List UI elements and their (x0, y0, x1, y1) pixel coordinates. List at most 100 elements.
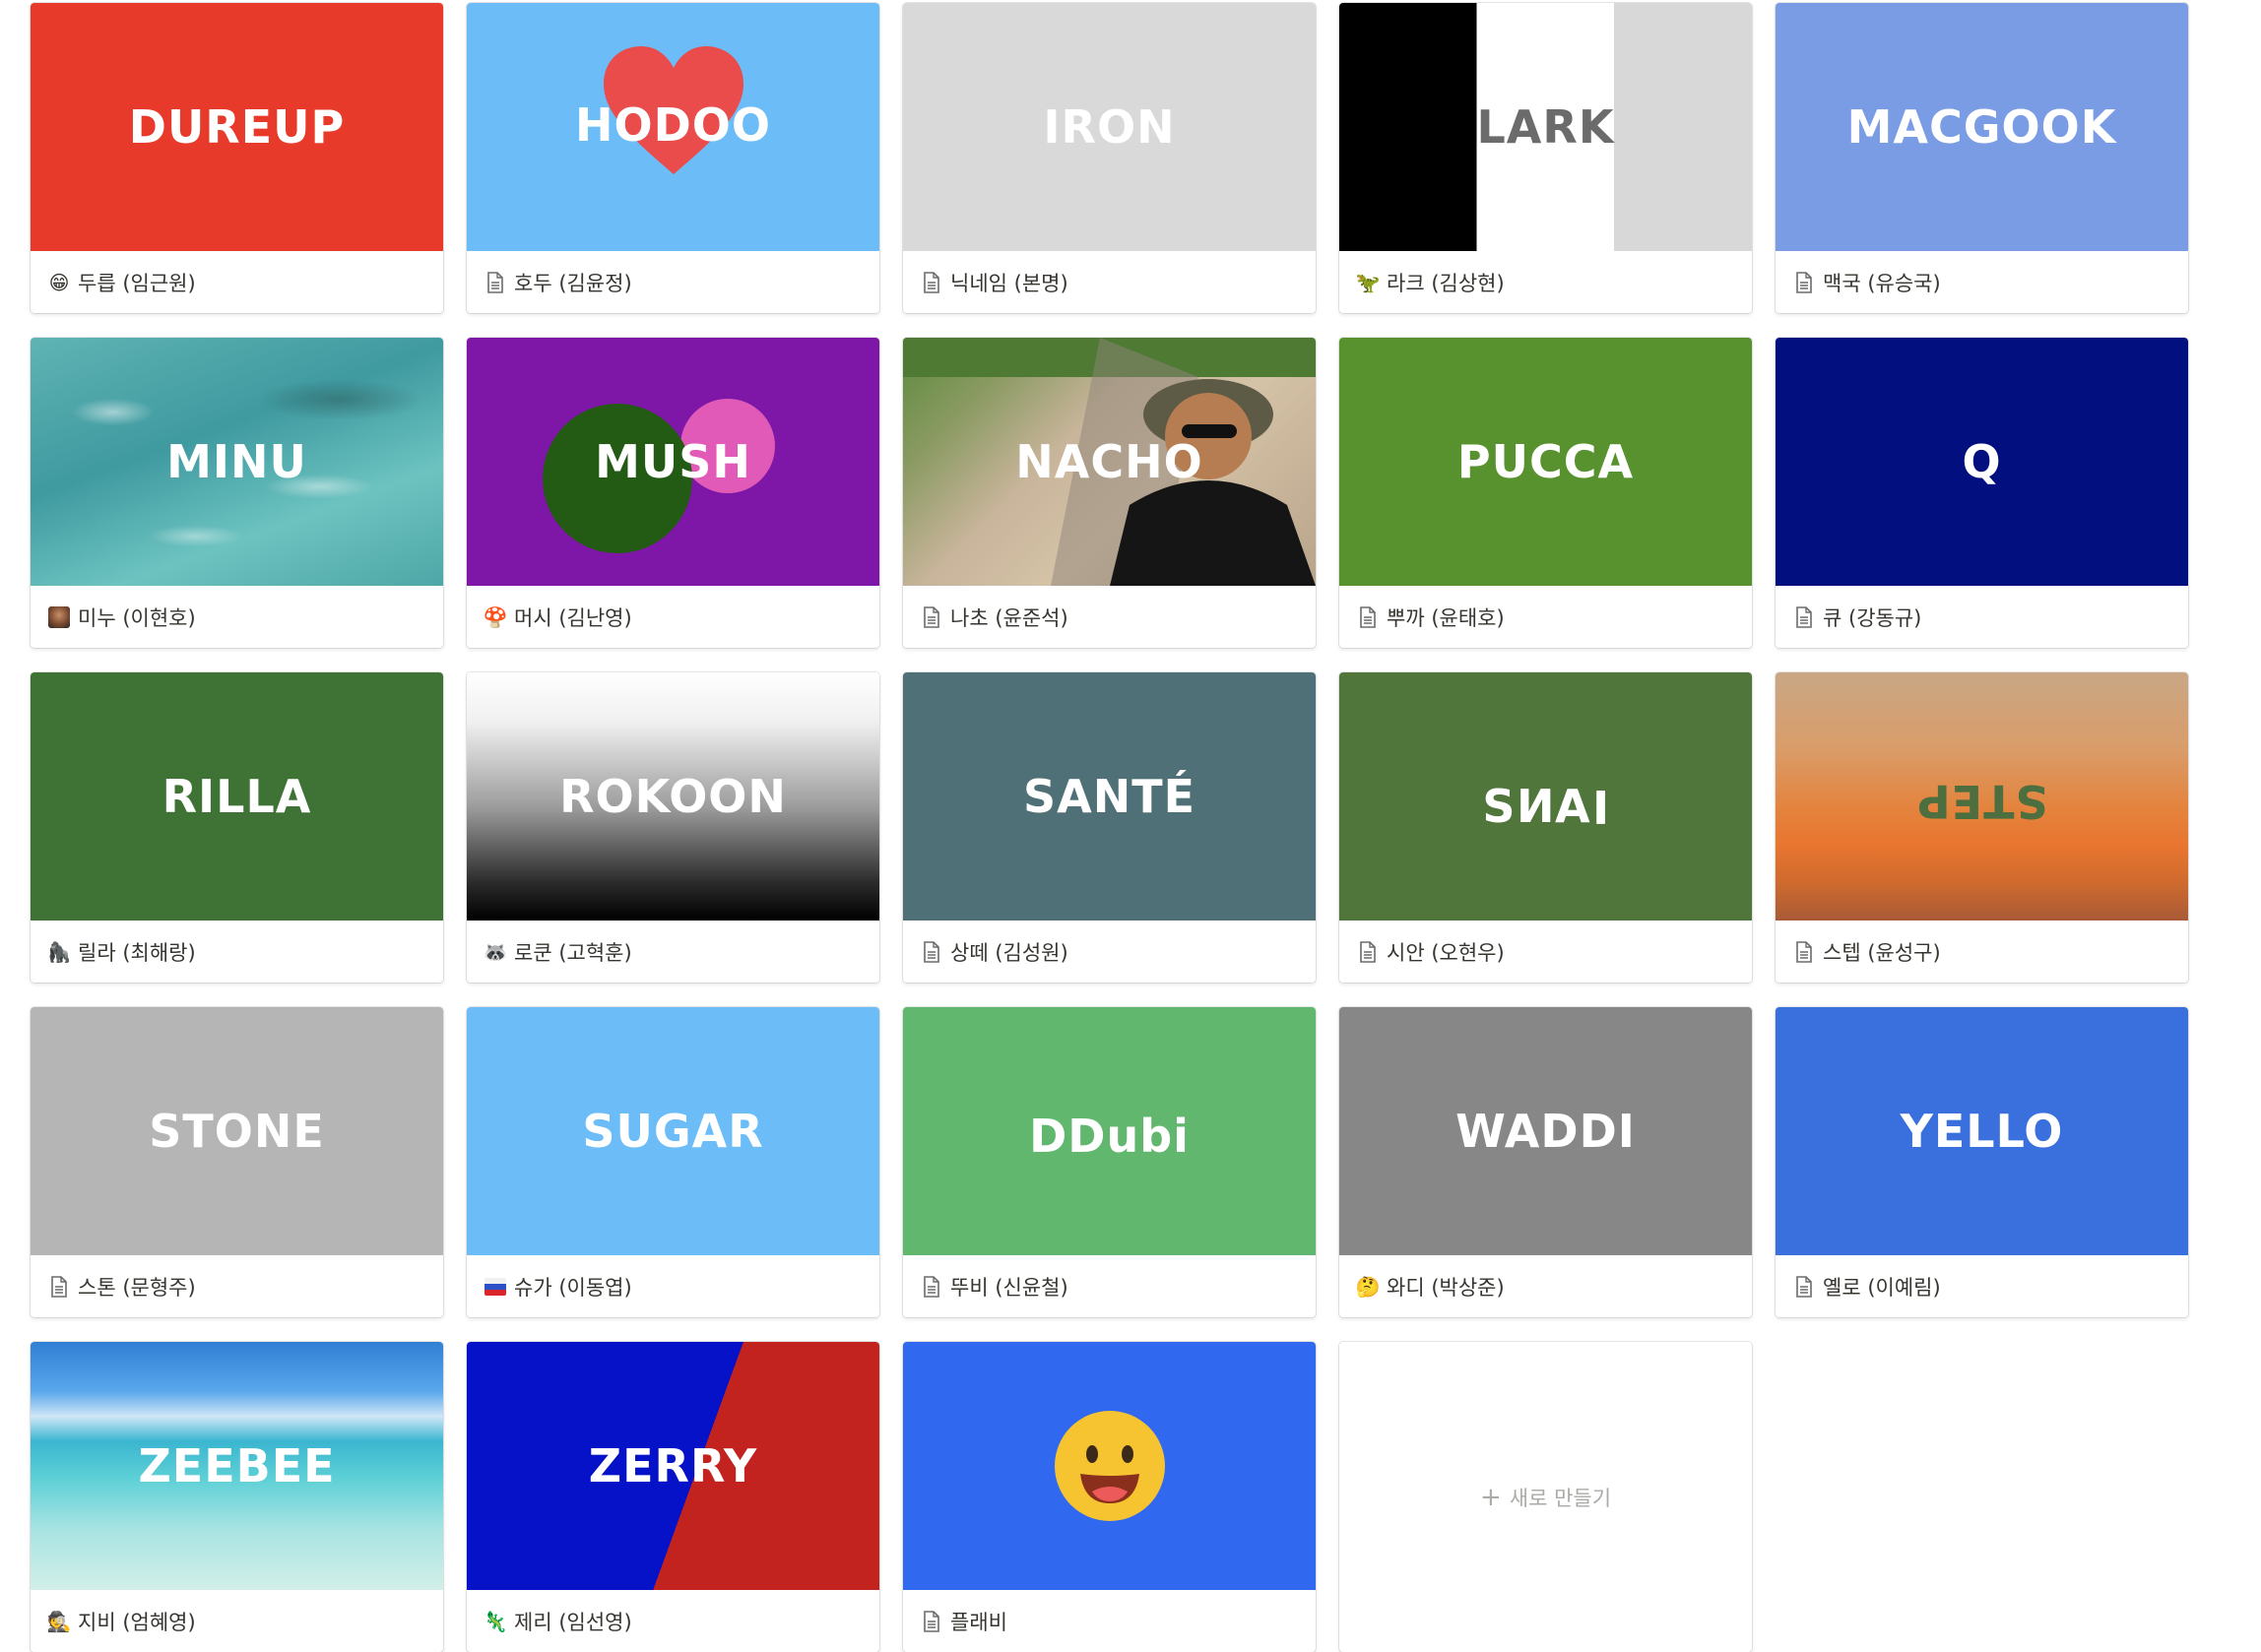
page-icon (919, 939, 944, 965)
new-card-text: 새로 만들기 (1509, 1486, 1612, 1510)
gallery-card-ddubi[interactable]: DDubi 뚜비 (신윤철) (903, 1007, 1316, 1317)
cover-title: MUSH (595, 435, 751, 488)
card-cover: LARK (1339, 3, 1752, 251)
card-caption: 나초 (윤준석) (903, 586, 1316, 648)
gallery-card-zeebee[interactable]: ZEEBEE 🕵 지비 (엄혜영) (31, 1342, 443, 1652)
plus-icon: + (1479, 1482, 1502, 1512)
cover-title: NACHO (1015, 435, 1203, 488)
gallery-card-mush[interactable]: MUSH 🍄 머시 (김난영) (467, 338, 879, 648)
grinning-emoji-icon: 😁 (48, 270, 70, 294)
card-title: 뿌까 (윤태호) (1387, 605, 1505, 630)
gallery-card-hodoo[interactable]: HODOO 호두 (김윤정) (467, 3, 879, 313)
page-icon (1355, 939, 1381, 965)
page-icon (919, 604, 944, 630)
dinosaur-emoji-icon: 🦖 (1355, 270, 1381, 294)
page-icon (919, 1609, 944, 1634)
gallery-card-rilla[interactable]: RILLA 🦍 릴라 (최해랑) (31, 672, 443, 983)
card-title: 와디 (박상준) (1387, 1275, 1505, 1300)
cover-title: HODOO (575, 97, 771, 152)
card-caption: 뿌까 (윤태호) (1339, 586, 1752, 648)
page-icon (1791, 1274, 1817, 1300)
card-cover: MUSH (467, 338, 879, 586)
card-cover: DDubi (903, 1007, 1316, 1255)
card-title: 로쿤 (고혁훈) (514, 940, 632, 965)
card-title: 큐 (강동규) (1823, 605, 1922, 630)
card-cover: STONE (31, 1007, 443, 1255)
card-cover: IRON (903, 3, 1316, 251)
avatar-photo-icon (46, 604, 72, 630)
cover-title: WADDI (1455, 1105, 1636, 1158)
card-caption: 🍄 머시 (김난영) (467, 586, 879, 648)
card-cover: STEP (1776, 672, 2188, 921)
card-title: 뚜비 (신윤철) (950, 1275, 1068, 1300)
card-caption: 🦝 로쿤 (고혁훈) (467, 921, 879, 983)
gallery-card-dureup[interactable]: DUREUP 😁 두릅 (임근원) (31, 3, 443, 313)
gallery-card-step[interactable]: STEP 스텝 (윤성구) (1776, 672, 2188, 983)
card-title: 시안 (오현우) (1387, 940, 1505, 965)
page-icon (919, 1274, 944, 1300)
card-caption: 호두 (김윤정) (467, 251, 879, 313)
page-icon (919, 270, 944, 295)
card-caption: 🤔 와디 (박상준) (1339, 1255, 1752, 1317)
card-caption: 미누 (이현호) (31, 586, 443, 648)
cover-title: SUGAR (582, 1105, 764, 1158)
card-caption: 🦍 릴라 (최해랑) (31, 921, 443, 983)
page-icon (1791, 270, 1817, 295)
new-card-label[interactable]: + 새로 만들기 (1339, 1342, 1752, 1652)
gallery-card-waddi[interactable]: WADDI 🤔 와디 (박상준) (1339, 1007, 1752, 1317)
cover-title: RILLA (162, 770, 312, 823)
card-title: 머시 (김난영) (514, 605, 632, 630)
card-caption: 😁 두릅 (임근원) (31, 251, 443, 313)
card-cover: SNAI (1339, 672, 1752, 921)
card-title: 옐로 (이예림) (1823, 1275, 1941, 1300)
card-cover (903, 1342, 1316, 1590)
card-caption: 스톤 (문형주) (31, 1255, 443, 1317)
cover-title: MACGOOK (1846, 100, 2117, 154)
card-cover: HODOO (467, 3, 879, 251)
gallery-card-iron[interactable]: IRON 닉네임 (본명) (903, 3, 1316, 313)
card-caption: 시안 (오현우) (1339, 921, 1752, 983)
gallery-card-nacho[interactable]: NACHO 나초 (윤준석) (903, 338, 1316, 648)
card-title: 릴라 (최해랑) (78, 940, 196, 965)
gallery-card-sugar[interactable]: SUGAR 슈가 (이동엽) (467, 1007, 879, 1317)
page-icon (1791, 939, 1817, 965)
new-card-button[interactable]: + 새로 만들기 (1339, 1342, 1752, 1652)
gallery-card-sante[interactable]: SANTÉ 상떼 (김성원) (903, 672, 1316, 983)
gallery-card-stone[interactable]: STONE 스톤 (문형주) (31, 1007, 443, 1317)
card-title: 지비 (엄혜영) (78, 1610, 196, 1634)
card-title: 미누 (이현호) (78, 605, 196, 630)
card-caption: 맥국 (유승국) (1776, 251, 2188, 313)
card-cover: WADDI (1339, 1007, 1752, 1255)
gallery-card-lark[interactable]: LARK 🦖 라크 (김상현) (1339, 3, 1752, 313)
card-cover: PUCCA (1339, 338, 1752, 586)
gallery-card-zerry[interactable]: ZERRY 🦎 제리 (임선영) (467, 1342, 879, 1652)
gallery-grid: DUREUP 😁 두릅 (임근원) HODOO 호두 (김윤정) IRON 닉네… (31, 3, 2188, 1652)
gallery-card-pucca[interactable]: PUCCA 뿌까 (윤태호) (1339, 338, 1752, 648)
card-cover: MINU (31, 338, 443, 586)
cover-title: SNAI (1482, 780, 1609, 833)
cover-title: YELLO (1900, 1105, 2064, 1158)
card-caption: 닉네임 (본명) (903, 251, 1316, 313)
card-cover: RILLA (31, 672, 443, 921)
gallery-card-q[interactable]: Q 큐 (강동규) (1776, 338, 2188, 648)
cover-title: PUCCA (1456, 435, 1635, 488)
gallery-card-yello[interactable]: YELLO 옐로 (이예림) (1776, 1007, 2188, 1317)
card-cover: Q (1776, 338, 2188, 586)
cover-title: MINU (166, 435, 307, 488)
cover-title: STEP (1915, 775, 2048, 828)
gallery-card-rokoon[interactable]: ROKOON 🦝 로쿤 (고혁훈) (467, 672, 879, 983)
card-title: 상떼 (김성원) (950, 940, 1068, 965)
flag-icon (483, 1274, 508, 1300)
mushroom-emoji-icon: 🍄 (483, 604, 508, 629)
card-caption: 상떼 (김성원) (903, 921, 1316, 983)
cover-title: STONE (149, 1105, 325, 1158)
card-caption: 🦖 라크 (김상현) (1339, 251, 1752, 313)
card-caption: 🕵 지비 (엄혜영) (31, 1590, 443, 1652)
thinking-emoji-icon: 🤔 (1355, 1274, 1381, 1299)
gallery-card-minu[interactable]: MINU 미누 (이현호) (31, 338, 443, 648)
card-cover: ZERRY (467, 1342, 879, 1590)
cover-title: ROKOON (559, 770, 787, 823)
gallery-card-macgook[interactable]: MACGOOK 맥국 (유승국) (1776, 3, 2188, 313)
gallery-card-pllaebi[interactable]: 플래비 (903, 1342, 1316, 1652)
gallery-card-sian[interactable]: SNAI 시안 (오현우) (1339, 672, 1752, 983)
